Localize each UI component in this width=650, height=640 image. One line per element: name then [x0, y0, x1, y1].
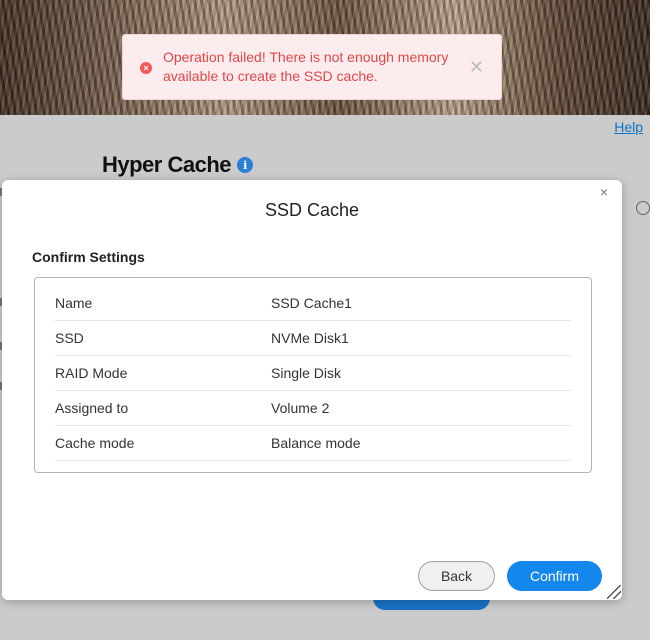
settings-summary: Name SSD Cache1 SSD NVMe Disk1 RAID Mode…: [34, 277, 592, 473]
row-value: Volume 2: [271, 400, 330, 416]
row-label: RAID Mode: [55, 365, 128, 381]
row-value: Balance mode: [271, 435, 361, 451]
toast-message: Operation failed! There is not enough me…: [163, 49, 449, 84]
row-label: Name: [55, 295, 93, 311]
row-value: NVMe Disk1: [271, 330, 349, 346]
page-title-text: Hyper Cache: [102, 152, 232, 177]
back-button[interactable]: Back: [418, 561, 495, 591]
help-link[interactable]: Help: [614, 119, 643, 135]
add-icon: [636, 201, 650, 215]
toast-close-icon[interactable]: ✕: [469, 58, 484, 76]
settings-row-raid-mode: RAID Mode Single Disk: [55, 356, 571, 391]
error-icon: ×: [140, 62, 152, 74]
info-icon[interactable]: i: [237, 157, 254, 173]
row-label: Assigned to: [55, 400, 129, 416]
close-icon[interactable]: ×: [600, 184, 608, 200]
section-title: Confirm Settings: [32, 249, 145, 265]
settings-row-ssd: SSD NVMe Disk1: [55, 321, 571, 356]
settings-row-cache-mode: Cache mode Balance mode: [55, 426, 571, 461]
ssd-cache-dialog: × SSD Cache Confirm Settings Name SSD Ca…: [2, 180, 622, 600]
error-toast: × Operation failed! There is not enough …: [122, 34, 502, 100]
confirm-button[interactable]: Confirm: [507, 561, 602, 591]
row-value: Single Disk: [271, 365, 342, 381]
page-title: Hyper Cache i: [102, 152, 254, 178]
row-value: SSD Cache1: [271, 295, 352, 311]
settings-row-assigned-to: Assigned to Volume 2: [55, 391, 571, 426]
row-label: Cache mode: [55, 435, 135, 451]
resize-grip-icon[interactable]: [607, 585, 621, 599]
settings-row-name: Name SSD Cache1: [55, 286, 571, 321]
row-label: SSD: [55, 330, 84, 346]
dialog-title: SSD Cache: [264, 200, 360, 220]
